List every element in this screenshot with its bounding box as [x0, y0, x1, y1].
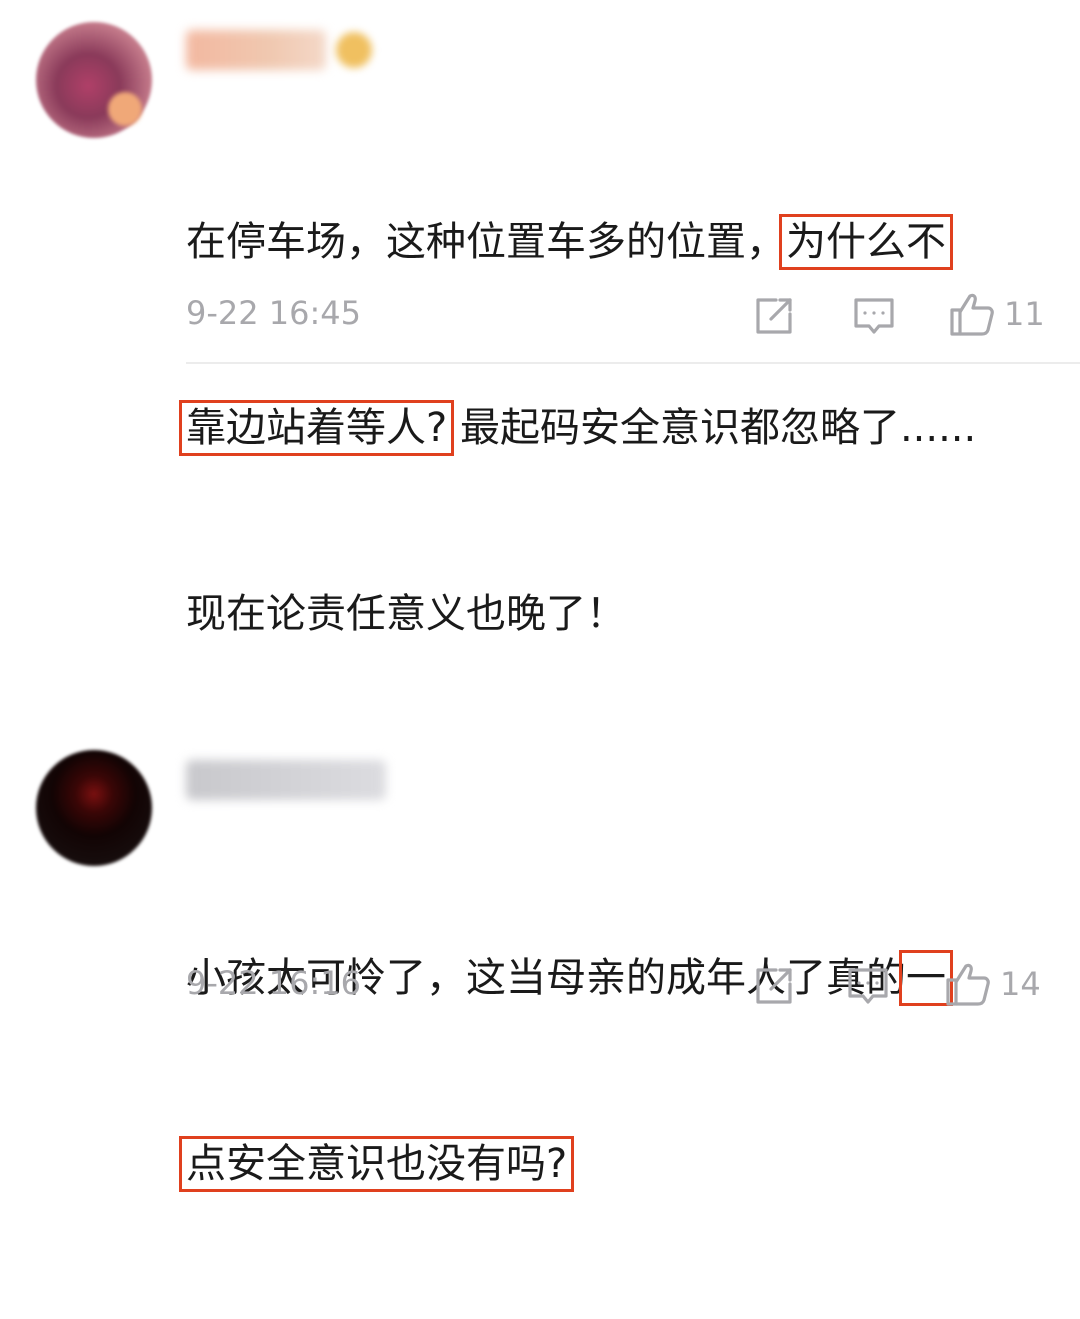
highlighted-text: 一 — [899, 950, 953, 1006]
like-count: 14 — [1000, 965, 1041, 1003]
like-button[interactable]: 11 — [948, 290, 1045, 338]
highlighted-text: 为什么不 — [779, 214, 953, 270]
timestamp: 9-22 16:45 — [186, 294, 362, 332]
comment-icon — [848, 968, 888, 1004]
timestamp: 9-22 16:16 — [186, 964, 362, 1002]
thumbs-up-icon — [946, 963, 990, 1006]
username-blurred[interactable] — [186, 30, 326, 70]
like-count: 11 — [1004, 295, 1045, 333]
comment-line: 在停车场，这种位置车多的位置，为什么不 — [186, 211, 976, 273]
comment-item: 小孩太可怜了，这当母亲的成年人了真的一 点安全意识也没有吗? 9-22 16:1… — [0, 364, 1080, 1192]
reply-button[interactable] — [852, 294, 896, 338]
share-button[interactable] — [752, 964, 796, 1008]
thumbs-up-icon — [950, 293, 994, 336]
highlighted-text: 点安全意识也没有吗? — [178, 1136, 575, 1192]
like-button[interactable]: 14 — [944, 960, 1041, 1008]
avatar-badge-icon — [108, 92, 142, 126]
username-blurred[interactable] — [186, 760, 386, 800]
comment-item: 在停车场，这种位置车多的位置，为什么不 靠边站着等人? 最起码安全意识都忽略了.… — [0, 0, 1080, 637]
reply-button[interactable] — [846, 964, 890, 1008]
share-icon — [756, 298, 792, 334]
comment-text: 小孩太可怜了，这当母亲的成年人了真的一 点安全意识也没有吗? — [178, 823, 953, 1319]
vip-badge-icon — [336, 32, 372, 68]
comment-line: 点安全意识也没有吗? — [178, 1133, 946, 1195]
text-segment: 在停车场，这种位置车多的位置， — [186, 219, 786, 265]
comment-icon — [854, 298, 894, 334]
share-icon — [756, 968, 792, 1004]
share-button[interactable] — [752, 294, 796, 338]
avatar[interactable] — [36, 750, 152, 866]
